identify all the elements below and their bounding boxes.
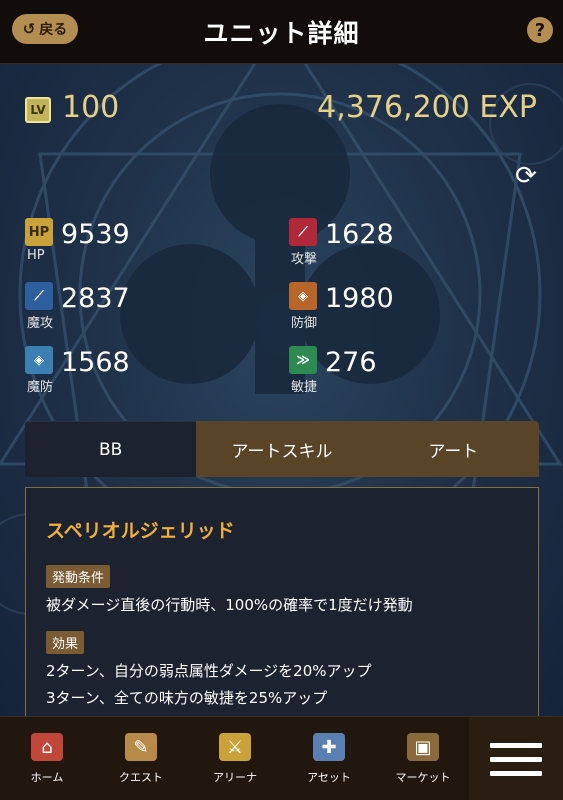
condition-text: 被ダメージ直後の行動時、100%の確率で1度だけ発動 bbox=[46, 596, 413, 614]
page-title: ユニット詳細 bbox=[203, 19, 360, 48]
agility-icon: ≫ bbox=[289, 346, 317, 374]
top-bar: ↺ 戻る ユニット詳細 ? bbox=[0, 0, 563, 64]
magic-attack-icon: ⟋ bbox=[25, 282, 53, 310]
stat-label: 敏捷 bbox=[291, 380, 318, 395]
quest-scroll-icon: ✎ bbox=[125, 733, 157, 761]
asset-icon: ✚ bbox=[313, 733, 345, 761]
crossed-swords-icon: ⚔ bbox=[219, 733, 251, 761]
exp-value: 4,376,200 EXP bbox=[317, 90, 537, 125]
help-button[interactable]: ? bbox=[527, 17, 553, 43]
tab-art-skill[interactable]: アートスキル bbox=[196, 421, 368, 477]
attack-icon: ⟋ bbox=[289, 218, 317, 246]
stat-defense: ◈ 1980 防御 bbox=[289, 282, 489, 338]
stat-hp: HP 9539 HP bbox=[25, 218, 225, 274]
stat-label: 攻撃 bbox=[291, 252, 318, 267]
stat-value: 1980 bbox=[325, 283, 394, 314]
market-chest-icon: ▣ bbox=[407, 733, 439, 761]
stat-value: 276 bbox=[325, 347, 377, 378]
hamburger-menu-button[interactable] bbox=[469, 717, 563, 800]
menu-icon-bar bbox=[490, 770, 542, 776]
skill-name: スペリオルジェリッド bbox=[46, 520, 235, 542]
nav-label: マーケット bbox=[395, 771, 451, 784]
condition-tag: 発動条件 bbox=[46, 565, 111, 588]
menu-icon-bar bbox=[490, 756, 542, 762]
menu-icon-bar bbox=[490, 742, 542, 748]
nav-arena[interactable]: ⚔ アリーナ bbox=[188, 717, 282, 800]
nav-home[interactable]: ⌂ ホーム bbox=[0, 717, 94, 800]
refresh-icon[interactable]: ⟳ bbox=[510, 160, 542, 192]
level-value: 100 bbox=[62, 90, 120, 125]
stat-attack: ⟋ 1628 攻撃 bbox=[289, 218, 489, 274]
nav-market[interactable]: ▣ マーケット bbox=[376, 717, 470, 800]
stat-magic-attack: ⟋ 2837 魔攻 bbox=[25, 282, 225, 338]
tab-art[interactable]: アート bbox=[367, 421, 539, 477]
stat-label: HP bbox=[27, 248, 45, 263]
effect-line: 2ターン、自分の弱点属性ダメージを20%アップ bbox=[46, 662, 372, 680]
effect-line: 3ターン、全ての味方の敏捷を25%アップ bbox=[46, 689, 328, 707]
skill-tabs: BB アートスキル アート bbox=[25, 421, 539, 477]
home-icon: ⌂ bbox=[31, 733, 63, 761]
stat-value: 1568 bbox=[61, 347, 130, 378]
hp-icon: HP bbox=[25, 218, 53, 246]
tab-bb[interactable]: BB bbox=[25, 421, 197, 477]
stat-agility: ≫ 276 敏捷 bbox=[289, 346, 489, 402]
stat-label: 防御 bbox=[291, 316, 318, 331]
stat-magic-defense: ◈ 1568 魔防 bbox=[25, 346, 225, 402]
magic-defense-icon: ◈ bbox=[25, 346, 53, 374]
nav-label: アリーナ bbox=[213, 771, 257, 784]
stat-label: 魔防 bbox=[27, 380, 54, 395]
nav-label: ホーム bbox=[30, 771, 64, 784]
nav-asset[interactable]: ✚ アセット bbox=[282, 717, 376, 800]
skill-panel: スペリオルジェリッド 発動条件 被ダメージ直後の行動時、100%の確率で1度だけ… bbox=[25, 487, 539, 716]
nav-label: アセット bbox=[307, 771, 351, 784]
defense-icon: ◈ bbox=[289, 282, 317, 310]
stat-value: 9539 bbox=[61, 219, 130, 250]
nav-quest[interactable]: ✎ クエスト bbox=[94, 717, 188, 800]
bottom-nav: ⌂ ホーム ✎ クエスト ⚔ アリーナ ✚ アセット ▣ マーケット bbox=[0, 716, 563, 800]
level-badge-icon: LV bbox=[25, 97, 51, 123]
stat-label: 魔攻 bbox=[27, 316, 54, 331]
stat-value: 2837 bbox=[61, 283, 130, 314]
effect-tag: 効果 bbox=[46, 631, 85, 654]
stat-value: 1628 bbox=[325, 219, 394, 250]
nav-label: クエスト bbox=[119, 771, 163, 784]
